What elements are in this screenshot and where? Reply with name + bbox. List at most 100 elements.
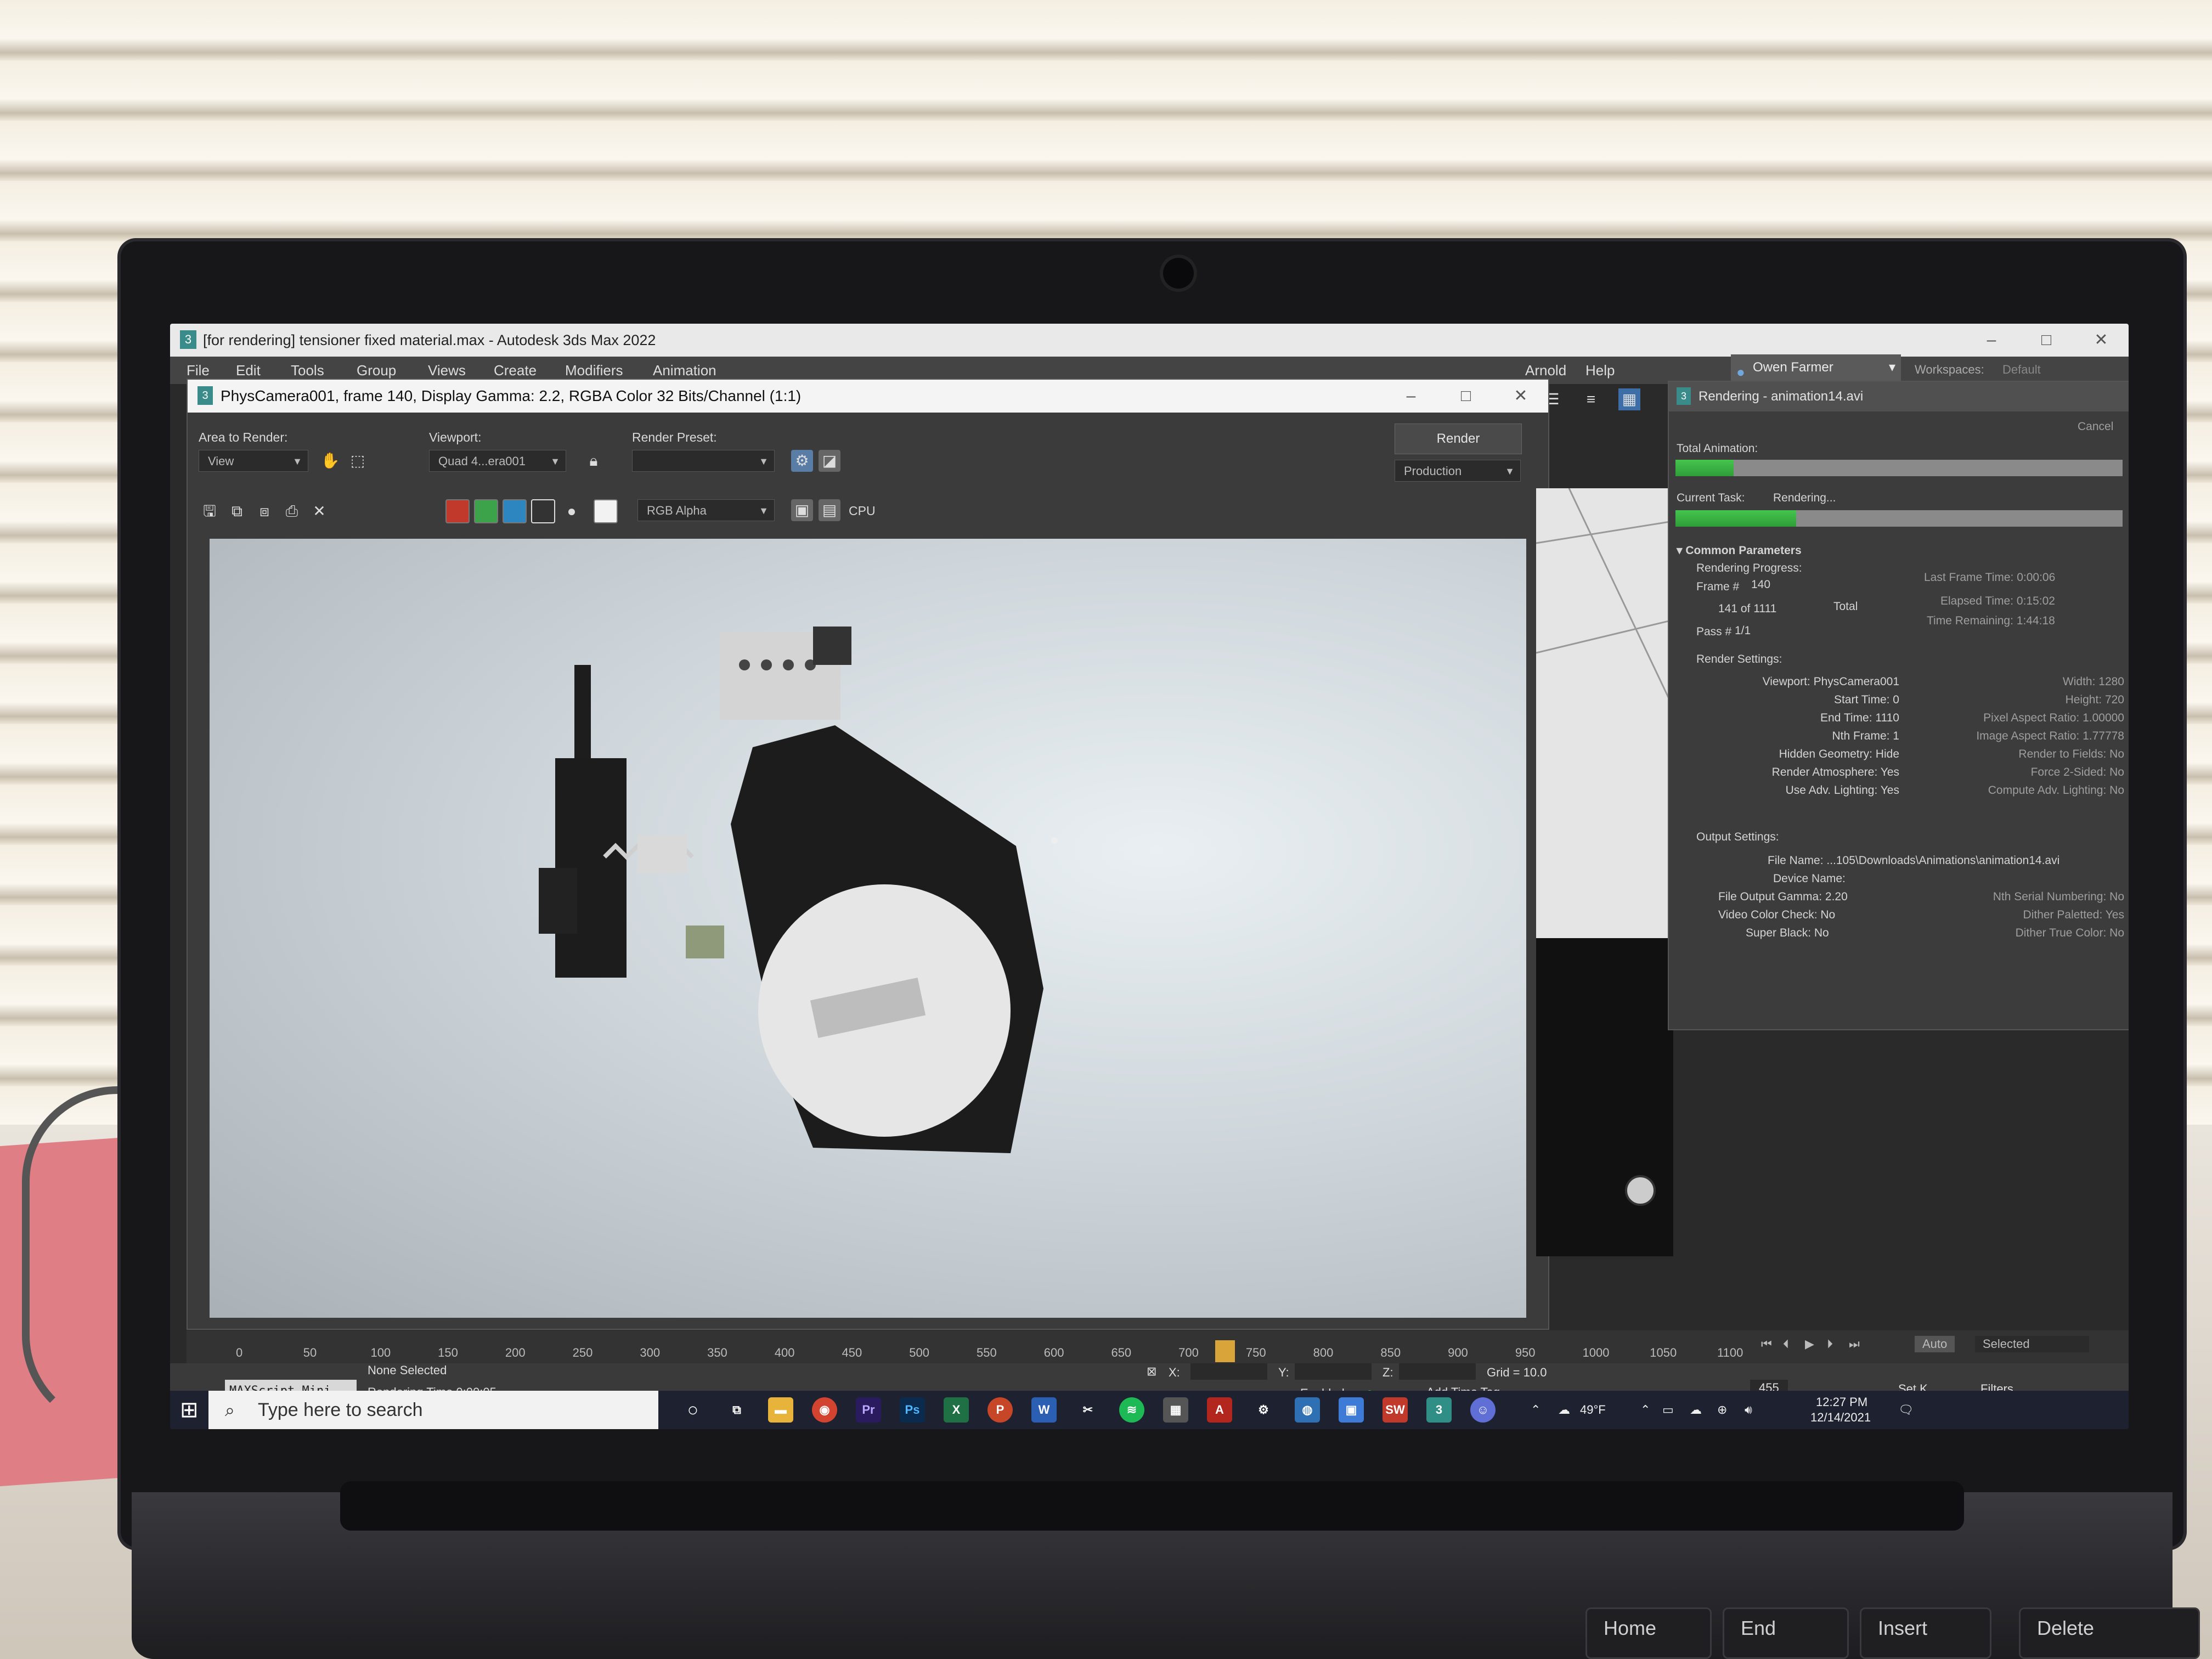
calculator-icon[interactable]: ▦ (1163, 1397, 1188, 1423)
user-account-dropdown[interactable]: ● Owen Farmer ▾ (1731, 354, 1901, 381)
output-nth-serial: Nth Serial Numbering: No (1993, 890, 2124, 903)
viewport-value: Quad 4...era001 (438, 454, 526, 468)
windows-start-icon[interactable]: ⊞ (180, 1397, 199, 1423)
copy-image-icon[interactable]: ⧉ (226, 500, 248, 522)
setting-render-atmosphere: Render Atmosphere: Yes (1771, 766, 1899, 778)
tray-chevron-icon[interactable]: ⌃ (1640, 1391, 1650, 1429)
clone-frame-icon[interactable]: ⧈ (253, 500, 275, 522)
red-channel-toggle[interactable] (445, 499, 470, 523)
timeline-tick-label: 100 (370, 1346, 391, 1359)
powerpoint-icon[interactable]: P (988, 1397, 1013, 1423)
weather-temperature[interactable]: 49°F (1580, 1391, 1606, 1429)
render-settings-label: Render Settings: (1696, 653, 1782, 665)
time-slider-playhead[interactable] (1215, 1340, 1235, 1362)
save-image-icon[interactable]: 🖫 (199, 500, 221, 522)
excel-icon[interactable]: X (944, 1397, 969, 1423)
photoshop-icon[interactable]: Ps (900, 1397, 925, 1423)
onedrive-icon[interactable]: ☁ (1690, 1391, 1702, 1429)
background-color-swatch[interactable] (594, 499, 618, 523)
timeline-tick-label: 1050 (1650, 1346, 1677, 1359)
file-explorer-icon[interactable]: ▬ (768, 1397, 793, 1423)
chrome-icon[interactable]: ◉ (812, 1397, 837, 1423)
notifications-icon[interactable]: 🗨︎ (1898, 1391, 1914, 1429)
render-button[interactable]: Render (1395, 424, 1522, 454)
snipping-tool-icon[interactable]: ✂ (1075, 1397, 1101, 1423)
production-dropdown[interactable]: Production ▼ (1395, 460, 1521, 482)
print-icon[interactable]: ⎙ (281, 500, 303, 522)
layers-icon[interactable]: ≡ (1580, 388, 1602, 410)
lock-icon[interactable]: 🔒︎ (583, 450, 605, 472)
alpha-channel-toggle[interactable] (531, 499, 555, 523)
time-remaining: Time Remaining: 1:44:18 (1927, 614, 2055, 627)
time-slider-track[interactable]: 0 50 100 150 200 250 300 350 400 450 500 550 600 650 7… (187, 1330, 2129, 1363)
workspace-selector[interactable]: Workspaces: Default (1882, 357, 2123, 383)
area-to-render-dropdown[interactable]: View ▼ (199, 450, 308, 472)
absolute-mode-icon[interactable]: ⊠ (1147, 1364, 1156, 1379)
previous-frame-icon[interactable]: ⏴ (1783, 1337, 1789, 1351)
toggle-ui-icon[interactable]: ▤ (819, 499, 840, 521)
discord-icon[interactable]: ☺ (1470, 1397, 1496, 1423)
premiere-icon[interactable]: Pr (856, 1397, 881, 1423)
key-insert[interactable]: Insert (1860, 1607, 1991, 1659)
battery-icon[interactable]: ▭ (1662, 1391, 1674, 1429)
maximize-icon[interactable]: □ (1438, 380, 1493, 413)
blue-channel-toggle[interactable] (503, 499, 527, 523)
acrobat-icon[interactable]: A (1207, 1397, 1232, 1423)
clock-date[interactable]: 12/14/2021 (1810, 1398, 1871, 1429)
timeline-tick-label: 950 (1515, 1346, 1536, 1359)
menu-help[interactable]: Help (1585, 357, 1615, 384)
cancel-button[interactable]: Cancel (2078, 420, 2113, 433)
network-icon[interactable]: ⊕ (1717, 1391, 1727, 1429)
next-frame-icon[interactable]: ⏵ (1827, 1337, 1833, 1351)
common-parameters-header[interactable]: ▾ Common Parameters (1677, 544, 1802, 557)
autodesk-app-icon[interactable]: ◍ (1295, 1397, 1320, 1423)
viewport-dropdown[interactable]: Quad 4...era001 ▼ (429, 450, 566, 472)
task-view-icon[interactable]: ⧉ (724, 1397, 749, 1423)
key-end[interactable]: End (1723, 1607, 1849, 1659)
toggle-ui-overlay-icon[interactable]: ▣ (791, 499, 813, 521)
maximize-icon[interactable]: □ (2019, 324, 2074, 357)
minimize-icon[interactable]: – (1964, 324, 2019, 357)
viewport-wireframe (1536, 488, 1673, 1206)
green-channel-toggle[interactable] (474, 499, 498, 523)
pan-hand-icon[interactable]: ✋ (319, 450, 341, 472)
grid-size: Grid = 10.0 (1487, 1365, 1547, 1379)
settings-gear-icon[interactable]: ⚙ (1251, 1397, 1276, 1423)
spotify-icon[interactable]: ≋ (1119, 1397, 1144, 1423)
close-icon[interactable]: ✕ (1493, 380, 1548, 413)
chevron-down-icon: ▼ (292, 456, 302, 467)
word-icon[interactable]: W (1031, 1397, 1057, 1423)
rendered-image-viewport[interactable] (210, 539, 1526, 1318)
volume-icon[interactable]: 🔊︎ (1745, 1391, 1752, 1429)
rendering-progress-label: Rendering Progress: (1696, 562, 1802, 574)
key-filter-dropdown[interactable]: Selected (1975, 1336, 2089, 1352)
key-home[interactable]: Home (1585, 1607, 1712, 1659)
go-to-start-icon[interactable]: ⏮ (1761, 1337, 1772, 1351)
cortana-icon[interactable]: ○ (680, 1397, 706, 1423)
y-coordinate-field[interactable] (1295, 1363, 1372, 1380)
show-hidden-icons-chevron-icon[interactable]: ⌃ (1531, 1391, 1541, 1429)
play-icon[interactable]: ▶ (1805, 1337, 1814, 1351)
common-parameters-label: Common Parameters (1685, 544, 1802, 557)
x-coordinate-field[interactable] (1190, 1363, 1267, 1380)
environment-icon[interactable]: ◪ (819, 450, 840, 472)
clear-icon[interactable]: ✕ (308, 500, 330, 522)
render-setup-icon[interactable]: ⚙ (791, 450, 813, 472)
close-icon[interactable]: ✕ (2074, 324, 2129, 357)
go-to-end-icon[interactable]: ⏭ (1849, 1337, 1860, 1351)
3ds-max-icon[interactable]: 3 (1426, 1397, 1452, 1423)
monochrome-icon[interactable]: ● (561, 500, 583, 522)
key-delete[interactable]: Delete (2019, 1607, 2200, 1659)
auto-key-button[interactable]: Auto (1915, 1336, 1955, 1352)
z-coordinate-field[interactable] (1399, 1363, 1476, 1380)
auto-region-icon[interactable]: ⬚ (347, 450, 369, 472)
render-preset-dropdown[interactable]: ▼ (632, 450, 775, 472)
solidworks-icon[interactable]: SW (1383, 1397, 1408, 1423)
grid-layout-icon[interactable]: ▦ (1618, 388, 1640, 410)
window-app-icon[interactable]: ▣ (1339, 1397, 1364, 1423)
taskbar-search-box[interactable]: ⌕ Type here to search (208, 1391, 658, 1429)
minimize-icon[interactable]: – (1384, 380, 1438, 413)
display-channel-dropdown[interactable]: RGB Alpha ▼ (637, 499, 775, 521)
timeline-tick-label: 550 (977, 1346, 997, 1359)
setting-start-time: Start Time: 0 (1833, 693, 1899, 706)
